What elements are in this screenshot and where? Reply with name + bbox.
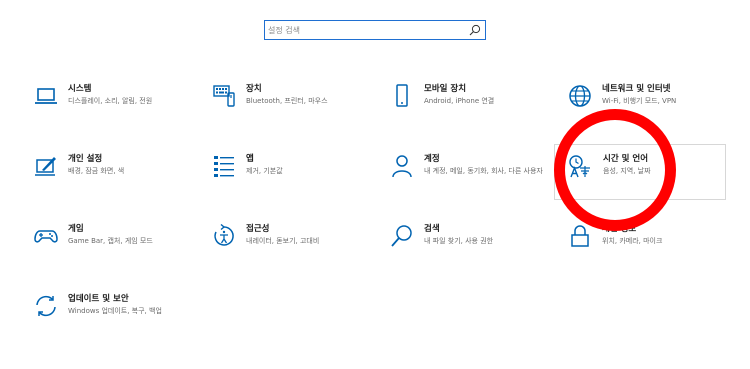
- tile-apps[interactable]: 앱 제거, 기본값: [206, 154, 384, 206]
- tile-description: Windows 업데이트, 복구, 백업: [68, 307, 162, 315]
- tile-title: 계정: [424, 154, 440, 164]
- update-icon: [36, 295, 56, 317]
- tile-devices[interactable]: 장치 Bluetooth, 프린터, 마우스: [206, 84, 384, 136]
- tile-mobile-devices[interactable]: 모바일 장치 Android, iPhone 연결: [384, 84, 562, 136]
- tile-description: 내 파일 찾기, 사용 권한: [424, 237, 494, 245]
- tile-title: 게임: [68, 224, 84, 234]
- tile-title: 모바일 장치: [424, 84, 467, 94]
- tile-title: 접근성: [246, 224, 270, 234]
- laptop-icon: [35, 88, 57, 104]
- tile-update-security[interactable]: 업데이트 및 보안 Windows 업데이트, 복구, 백업: [28, 294, 206, 346]
- apps-list-icon: [214, 156, 234, 177]
- tile-title: 시스템: [68, 84, 92, 94]
- gamepad-icon: [34, 230, 58, 243]
- tile-title: 네트워크 및 인터넷: [602, 84, 671, 94]
- tile-description: 배경, 잠금 화면, 색: [68, 167, 125, 175]
- tile-system[interactable]: 시스템 디스플레이, 소리, 알림, 전원: [28, 84, 206, 136]
- tile-description: 내레이터, 돋보기, 고대비: [246, 237, 320, 245]
- tile-title: 앱: [246, 154, 254, 164]
- tile-description: 음성, 지역, 날짜: [603, 167, 651, 175]
- tile-description: Bluetooth, 프린터, 마우스: [246, 97, 328, 105]
- tile-accessibility[interactable]: 접근성 내레이터, 돋보기, 고대비: [206, 224, 384, 276]
- tile-description: 내 계정, 메일, 동기화, 회사, 다른 사용자: [424, 167, 543, 175]
- search-icon: [391, 225, 412, 247]
- tile-title: 업데이트 및 보안: [68, 294, 129, 304]
- tile-description: 위치, 카메라, 마이크: [602, 237, 663, 245]
- phone-icon: [396, 84, 408, 107]
- tile-privacy[interactable]: 개인 정보 위치, 카메라, 마이크: [562, 224, 740, 276]
- tile-title: 검색: [424, 224, 440, 234]
- tile-description: Game Bar, 캡처, 게임 모드: [68, 237, 153, 245]
- person-icon: [392, 155, 412, 178]
- tile-description: Wi-Fi, 비행기 모드, VPN: [602, 97, 677, 105]
- tile-accounts[interactable]: 계정 내 계정, 메일, 동기화, 회사, 다른 사용자: [384, 154, 562, 206]
- tile-description: 제거, 기본값: [246, 167, 283, 175]
- time-language-icon: [569, 155, 590, 178]
- settings-search-box[interactable]: [264, 20, 486, 40]
- tile-title: 개인 설정: [68, 154, 103, 164]
- accessibility-icon: [214, 224, 234, 246]
- search-icon: [469, 24, 481, 36]
- search-input[interactable]: [268, 22, 458, 38]
- tile-gaming[interactable]: 게임 Game Bar, 캡처, 게임 모드: [28, 224, 206, 276]
- tile-search[interactable]: 검색 내 파일 찾기, 사용 권한: [384, 224, 562, 276]
- tile-time-language[interactable]: 시간 및 언어 음성, 지역, 날짜: [554, 144, 726, 200]
- personalization-icon: [35, 157, 56, 176]
- keyboard-icon: [213, 85, 235, 107]
- tile-title: 시간 및 언어: [603, 154, 649, 164]
- tile-description: Android, iPhone 연결: [424, 97, 495, 105]
- tile-description: 디스플레이, 소리, 알림, 전원: [68, 97, 153, 105]
- lock-icon: [571, 225, 589, 247]
- tile-title: 개인 정보: [602, 224, 637, 234]
- tile-title: 장치: [246, 84, 262, 94]
- tile-network-internet[interactable]: 네트워크 및 인터넷 Wi-Fi, 비행기 모드, VPN: [562, 84, 740, 136]
- tile-personalization[interactable]: 개인 설정 배경, 잠금 화면, 색: [28, 154, 206, 206]
- globe-icon: [569, 85, 591, 107]
